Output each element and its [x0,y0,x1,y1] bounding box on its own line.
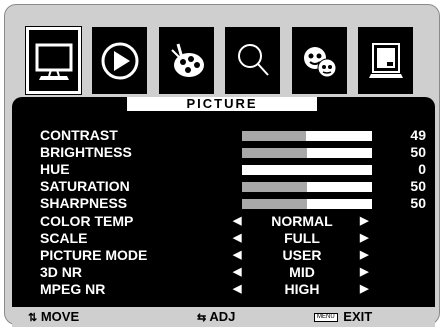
move-hint: ⇅ MOVE [28,309,79,326]
left-arrow-icon[interactable]: ◀ [233,230,241,247]
exit-label: EXIT [343,309,373,324]
slider-bar[interactable] [242,165,372,175]
slider-bar[interactable] [242,182,372,192]
slider-label: SHARPNESS [40,195,128,211]
tab-picture[interactable] [25,26,82,95]
slider-bar[interactable] [242,199,372,209]
slider-fill [242,148,307,158]
exit-hint: MENU EXIT [314,309,372,325]
adjust-hint: ⇆ ADJ [197,309,235,326]
option-value: USER [282,247,322,263]
adjust-label: ADJ [209,309,236,324]
play-icon [101,42,138,79]
move-label: MOVE [40,309,80,324]
magnifier-icon [237,43,269,76]
slider-fill [242,182,307,192]
tab-search[interactable] [225,27,280,94]
slider-row-saturation[interactable]: SATURATION 50 [40,178,430,195]
slider-row-sharpness[interactable]: SHARPNESS 50 [40,195,430,212]
option-row-scale[interactable]: SCALE ◀ FULL ▶ [40,230,430,247]
option-label: 3D NR [40,264,83,280]
tab-display[interactable] [358,27,413,94]
slider-fill [242,131,306,141]
slider-value: 50 [410,144,426,160]
left-arrow-icon[interactable]: ◀ [233,213,241,230]
slider-fill [242,199,307,209]
left-arrow-icon[interactable]: ◀ [233,264,241,281]
option-row-mpeg-nr[interactable]: MPEG NR ◀ HIGH ▶ [40,281,430,298]
right-arrow-icon[interactable]: ▶ [360,230,368,247]
slider-row-contrast[interactable]: CONTRAST 49 [40,127,430,144]
settings-panel: PICTURE CONTRAST 49 BRIGHTNESS 50 HUE 0 … [12,97,435,320]
slider-label: SATURATION [40,178,130,194]
tab-faces[interactable] [292,27,347,94]
left-right-arrows-icon: ⇆ [197,312,207,324]
panel-title: PICTURE [127,97,317,111]
up-down-arrows-icon: ⇅ [28,312,38,324]
slider-label: CONTRAST [40,127,118,143]
option-label: PICTURE MODE [40,247,148,263]
option-label: COLOR TEMP [40,213,134,229]
slider-bar[interactable] [242,131,372,141]
right-arrow-icon[interactable]: ▶ [360,281,368,298]
slider-value: 49 [410,127,426,143]
option-row-color-temp[interactable]: COLOR TEMP ◀ NORMAL ▶ [40,213,430,230]
right-arrow-icon[interactable]: ▶ [360,247,368,264]
tab-palette[interactable] [159,27,214,94]
footer-hints: ⇅ MOVE ⇆ ADJ MENU EXIT [12,307,435,327]
palette-icon [170,43,204,77]
slider-value: 0 [418,161,426,177]
option-value: NORMAL [271,213,333,229]
left-arrow-icon[interactable]: ◀ [233,247,241,264]
option-value: HIGH [284,281,320,297]
option-value: MID [289,264,315,280]
slider-value: 50 [410,178,426,194]
right-arrow-icon[interactable]: ▶ [360,213,368,230]
option-row-picture-mode[interactable]: PICTURE MODE ◀ USER ▶ [40,247,430,264]
option-row-3d-nr[interactable]: 3D NR ◀ MID ▶ [40,264,430,281]
faces-icon [303,46,336,77]
slider-bar[interactable] [242,148,372,158]
option-label: MPEG NR [40,281,106,297]
slider-value: 50 [410,195,426,211]
menu-key-icon: MENU [314,313,338,323]
option-label: SCALE [40,230,88,246]
slider-row-brightness[interactable]: BRIGHTNESS 50 [40,144,430,161]
slider-label: BRIGHTNESS [40,144,132,160]
display-icon [368,42,403,78]
option-value: FULL [284,230,320,246]
slider-row-hue[interactable]: HUE 0 [40,161,430,178]
monitor-icon [35,43,72,80]
tab-play[interactable] [92,27,147,94]
left-arrow-icon[interactable]: ◀ [233,281,241,298]
slider-label: HUE [40,161,70,177]
right-arrow-icon[interactable]: ▶ [360,264,368,281]
